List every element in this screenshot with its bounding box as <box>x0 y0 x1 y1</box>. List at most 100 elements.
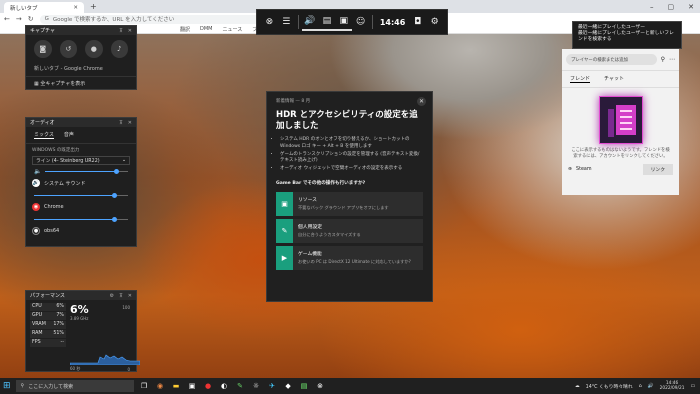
start-windows-icon[interactable]: ⊞ <box>3 381 11 391</box>
app-icon[interactable]: ☼ <box>251 381 262 392</box>
capture-title: キャプチャ <box>30 28 55 34</box>
bookmark-item[interactable]: 翻訳 <box>180 26 190 33</box>
options-icon[interactable]: ⚙ <box>110 293 114 299</box>
widget-menu-icon[interactable]: ☰ <box>278 13 295 31</box>
bookmark-item[interactable]: DMM <box>200 26 212 32</box>
app-icon[interactable]: ✎ <box>235 381 246 392</box>
performance-icon[interactable]: ▤ <box>318 13 336 31</box>
performance-body: CPU 6% GPU 7% VRAM 17% RAM 51% FPS -- 6% 3.89… <box>26 300 140 372</box>
network-icon[interactable]: ⌂ <box>639 384 642 389</box>
forward-icon[interactable]: → <box>16 15 22 23</box>
graph-max-label: 100 <box>122 305 130 310</box>
xbox-taskbar-icon[interactable]: ⊗ <box>315 381 326 392</box>
system-tray: ☁ 14°C くもり時々晴れ ⌂ 🔊 14:46 2022/09/21 ▭ <box>575 381 700 392</box>
google-icon: G <box>44 16 49 22</box>
whats-new-title: HDR とアクセシビリティの設定を追加しました <box>276 110 418 131</box>
bookmark-item[interactable]: ニュース <box>223 26 243 33</box>
settings-gear-icon[interactable]: ⚙ <box>426 13 443 31</box>
audio-icon[interactable]: 🔊 <box>301 13 319 31</box>
performance-title: パフォーマンス <box>30 293 65 299</box>
explorer-icon[interactable]: ▬ <box>171 381 182 392</box>
steam-icon: ⊛ <box>568 166 573 172</box>
show-all-captures-link[interactable]: ▦ 全キャプチャを表示 <box>26 76 136 90</box>
taskbar-search-box[interactable]: ⚲ ここに入力して検索 <box>15 380 134 392</box>
options-icon[interactable]: ⋯ <box>669 56 675 63</box>
output-device-select[interactable]: ライン (4- Steinberg UR22) ⌄ <box>32 156 130 165</box>
microphone-icon[interactable]: ♪ <box>110 40 128 58</box>
player-search-input[interactable]: プレイヤーの検索または追加 <box>566 54 657 65</box>
app-icon[interactable]: ● <box>203 381 214 392</box>
tab-title: 新しいタブ <box>10 5 38 12</box>
app-name: obs64 <box>44 228 60 234</box>
new-tab-icon[interactable]: + <box>90 2 97 11</box>
browser-tab[interactable]: 新しいタブ ✕ <box>4 2 84 13</box>
app-icon[interactable]: ✈ <box>267 381 278 392</box>
record-last-icon[interactable]: ↺ <box>59 40 77 58</box>
metric-vram[interactable]: VRAM 17% <box>30 321 66 329</box>
screenshot-camera-icon[interactable]: ◙ <box>34 40 52 58</box>
pin-icon[interactable]: ⊼ <box>119 293 123 299</box>
chrome-taskbar-icon[interactable]: ◉ <box>155 381 166 392</box>
empty-state-text: ここに表示するものはないようです。フレンドを検索するには、アカウントをリンクして… <box>571 148 670 159</box>
mouse-icon[interactable]: ◘ <box>409 13 426 31</box>
minimize-icon[interactable]: – <box>650 3 654 11</box>
capture-monitor-icon[interactable]: ▣ <box>335 13 353 31</box>
resources-card[interactable]: ▣ リソース 不要なバック グラウンド アプリをオフにします <box>276 191 423 216</box>
metric-ram[interactable]: RAM 51% <box>30 330 66 338</box>
capture-app-name: 新しいタブ - Google Chrome <box>34 66 103 72</box>
weather-text[interactable]: 14°C くもり時々晴れ <box>586 383 633 390</box>
xbox-icon[interactable]: ⊗ <box>261 13 278 31</box>
app-icon[interactable]: ▤ <box>299 381 310 392</box>
more-question: Game Bar でその他の操作も行いますか? <box>276 180 366 186</box>
app-volume-slider[interactable] <box>34 192 128 198</box>
app-row-chrome: ◉ Chrome <box>26 201 136 213</box>
notification-icon[interactable]: ▭ <box>690 384 695 389</box>
notification-body: 最近一緒にプレイしたユーザーと新しいフレンドを検索する <box>578 31 674 42</box>
app-icon[interactable]: ◆ <box>283 381 294 392</box>
metric-fps[interactable]: FPS -- <box>30 339 66 347</box>
address-bar[interactable]: G Google で検索するか、URL を入力してください <box>39 14 280 24</box>
game-features-card[interactable]: ▶ ゲーム機能 お使いの PC は DirectX 12 Ultimate に対応… <box>276 245 423 270</box>
system-sound-icon: 🔊 <box>32 179 40 187</box>
pin-icon[interactable]: ⊼ <box>119 28 123 34</box>
volume-icon[interactable]: 🔊 <box>648 384 654 389</box>
master-volume-slider[interactable]: 🔈 <box>34 168 128 175</box>
divider <box>372 15 373 29</box>
app-icon[interactable]: ◐ <box>219 381 230 392</box>
tab-friends[interactable]: フレンド <box>570 75 591 83</box>
chrome-icon: ◉ <box>32 203 40 211</box>
add-friend-icon[interactable]: ⚲ <box>661 56 665 63</box>
close-icon[interactable]: ✕ <box>417 97 426 106</box>
close-icon[interactable]: ✕ <box>128 293 132 299</box>
tab-mix[interactable]: ミックス <box>34 131 54 139</box>
maximize-icon[interactable]: ▢ <box>668 3 675 11</box>
social-notification[interactable]: 最近一緒にプレイしたユーザー 最近一緒にプレイしたユーザーと新しいフレンドを検索… <box>572 21 682 49</box>
audio-header: オーディオ ⊼ ✕ <box>26 118 136 127</box>
close-icon[interactable]: ✕ <box>128 120 132 126</box>
tab-voice[interactable]: 音声 <box>64 131 74 139</box>
close-tab-icon[interactable]: ✕ <box>73 5 78 11</box>
back-icon[interactable]: ← <box>4 15 10 23</box>
metric-cpu[interactable]: CPU 6% <box>30 303 66 311</box>
link-button[interactable]: リンク <box>642 163 673 175</box>
feature-item: システム HDR のオンとオフを切り替えるか、ショートカットの Windows … <box>280 137 423 151</box>
taskbar-clock[interactable]: 14:46 2022/09/21 <box>660 381 685 392</box>
task-view-icon[interactable]: ❐ <box>139 381 150 392</box>
game-features-icon: ▶ <box>276 245 293 270</box>
close-window-icon[interactable]: ✕ <box>688 3 694 11</box>
tab-chat[interactable]: チャット <box>604 75 624 83</box>
cpu-graph: 6% 3.89 GHz 100 60 秒 0 <box>70 303 140 372</box>
close-icon[interactable]: ✕ <box>128 28 132 34</box>
reload-icon[interactable]: ↻ <box>28 15 34 23</box>
xbox-social-icon[interactable]: ☺ <box>352 13 369 31</box>
steam-label: Steam <box>576 166 592 172</box>
window-controls: – ▢ ✕ <box>650 3 700 11</box>
metric-gpu[interactable]: GPU 7% <box>30 312 66 320</box>
capture-header: キャプチャ ⊼ ✕ <box>26 26 136 35</box>
pin-icon[interactable]: ⊼ <box>119 120 123 126</box>
personalization-card[interactable]: ✎ 個人用設定 自分に合うようカスタマイズする <box>276 218 423 243</box>
store-icon[interactable]: ▣ <box>187 381 198 392</box>
record-start-icon[interactable]: ● <box>85 40 103 58</box>
capture-widget: キャプチャ ⊼ ✕ ◙ ↺ ● ♪ 新しいタブ - Google Chrome ▦… <box>25 25 137 90</box>
app-volume-slider[interactable] <box>34 216 128 222</box>
